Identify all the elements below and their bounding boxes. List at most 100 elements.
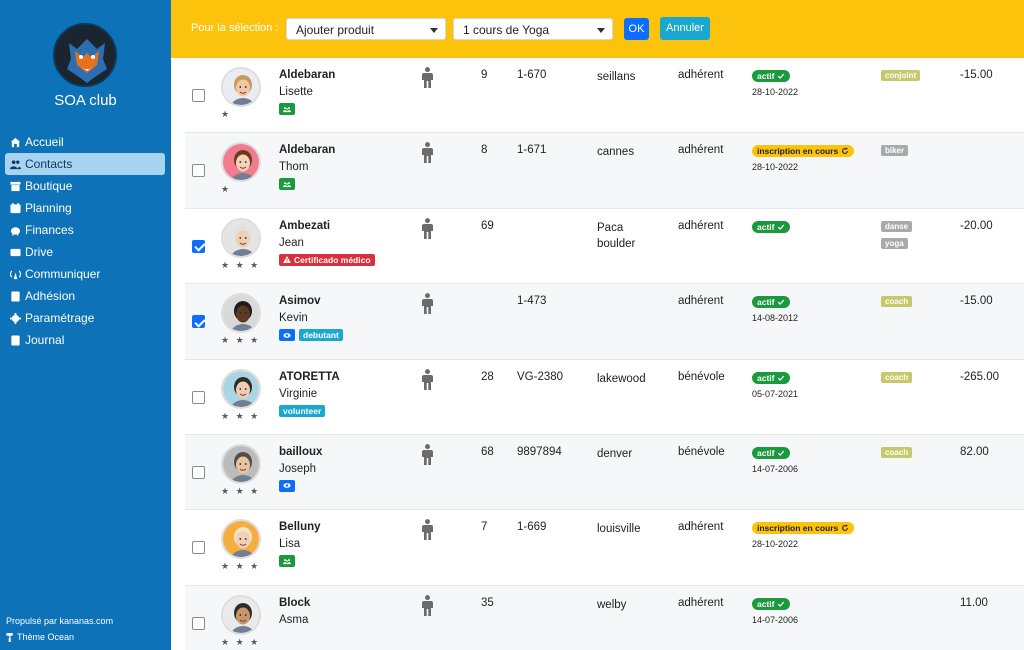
selection-label: Pour la sélection : [191, 22, 279, 34]
contact-lastname[interactable]: Block [279, 597, 310, 609]
powered-by[interactable]: Propulsé par kananas.com [6, 616, 113, 626]
sidebar-item-boutique[interactable]: Boutique [5, 175, 165, 197]
row-select-checkbox[interactable] [192, 164, 205, 178]
cancel-button[interactable]: Annuler [660, 17, 710, 40]
selection-toolbar: Pour la sélection : Ajouter produit 1 co… [171, 0, 1024, 58]
row-select-checkbox[interactable] [192, 390, 205, 404]
category-tag[interactable]: coach [881, 296, 913, 308]
row-select-checkbox[interactable] [192, 239, 205, 253]
status-date: 14-07-2006 [752, 614, 799, 625]
contact-lastname[interactable]: Asimov [279, 295, 321, 307]
contact-age: 28 [481, 370, 494, 383]
avatar[interactable] [221, 293, 261, 334]
status-badge[interactable]: actif [752, 446, 791, 459]
row-select-checkbox[interactable] [192, 465, 205, 479]
status-label: actif [757, 372, 775, 383]
avatar[interactable] [221, 217, 261, 258]
row-select-checkbox[interactable] [192, 89, 205, 102]
status-badge[interactable]: actif [752, 371, 791, 384]
category-tag[interactable]: coach [881, 371, 913, 383]
refresh-icon [842, 524, 849, 532]
status-badge[interactable]: inscription en cours [752, 145, 855, 158]
sidebar-item-label: Accueil [25, 135, 64, 149]
category-tag[interactable]: danse [881, 220, 913, 232]
avatar[interactable] [221, 142, 261, 183]
sidebar-item-journal[interactable]: Journal [5, 329, 165, 351]
sidebar-item-accueil[interactable]: Accueil [5, 131, 165, 153]
info-badge[interactable]: debutant [299, 329, 343, 342]
avatar[interactable] [221, 67, 261, 107]
family-group-icon[interactable] [279, 178, 295, 191]
check-icon [778, 601, 785, 607]
person-icon [421, 217, 434, 239]
avatar[interactable] [221, 594, 261, 635]
family-group-icon[interactable] [279, 555, 295, 568]
row-select-checkbox[interactable] [192, 315, 205, 329]
category-tag[interactable]: yoga [881, 237, 908, 249]
status-label: inscription en cours [757, 523, 839, 534]
category-tag[interactable]: coach [881, 446, 913, 458]
membership-type: adhérent [678, 596, 724, 609]
contact-lastname[interactable]: bailloux [279, 446, 322, 458]
row-select-checkbox[interactable] [192, 541, 205, 555]
warning-badge[interactable]: Certificado médico [279, 253, 375, 266]
table-row[interactable]: ★ ★ ★ Block Asma 35 welby adhérent actif 14-07-… [185, 585, 1024, 650]
table-row[interactable]: ★ ★ ★ Ambezati Jean Certificado médico 69 Pac… [185, 209, 1024, 285]
status-badge[interactable]: actif [752, 70, 791, 82]
contact-age: 8 [481, 144, 488, 157]
sidebar-item-finances[interactable]: Finances [5, 219, 165, 241]
sidebar-item-drive[interactable]: Drive [5, 241, 165, 263]
table-row[interactable]: ★ Aldebaran Lisette 9 1-670 seillans adhérent a… [185, 58, 1024, 134]
avatar[interactable] [221, 519, 261, 560]
sidebar-item-communiquer[interactable]: Communiquer [5, 263, 165, 285]
sidebar-item-planning[interactable]: Planning [5, 197, 165, 219]
contact-age: 35 [481, 596, 494, 609]
gear-icon [8, 312, 22, 324]
contact-lastname[interactable]: Belluny [279, 521, 321, 533]
person-icon [421, 368, 434, 390]
contact-lastname[interactable]: Aldebaran [279, 69, 335, 81]
table-row[interactable]: ★ ★ ★ bailloux Joseph 68 9897894 denver bénévo… [185, 434, 1024, 511]
status-date: 28-10-2022 [752, 539, 799, 550]
sidebar-item-contacts[interactable]: Contacts [5, 153, 165, 175]
contact-lastname[interactable]: Aldebaran [279, 144, 335, 156]
chevron-down-icon [597, 28, 605, 33]
contact-firstname: Joseph [279, 462, 317, 475]
category-tag[interactable]: conjoint [881, 70, 921, 81]
family-group-icon[interactable] [279, 103, 295, 115]
membership-type: adhérent [678, 521, 724, 534]
action-select[interactable]: Ajouter produit [286, 18, 446, 40]
contact-city: Paca boulder [597, 221, 636, 250]
club-logo[interactable] [53, 23, 117, 87]
chevron-down-icon [430, 28, 438, 33]
status-badge[interactable]: actif [752, 597, 791, 610]
sidebar-item-parametrage[interactable]: Paramétrage [5, 307, 165, 329]
theme-selector[interactable]: Thème Ocean [6, 632, 74, 642]
contacts-table: ★ Aldebaran Lisette 9 1-670 seillans adhérent a… [185, 58, 1024, 650]
contact-badges [279, 555, 295, 568]
status-badge[interactable]: actif [752, 296, 791, 309]
membership-type: adhérent [678, 219, 724, 232]
status-badge[interactable]: inscription en cours [752, 522, 855, 535]
product-select[interactable]: 1 cours de Yoga [453, 18, 613, 40]
sidebar-item-adhesion[interactable]: Adhésion [5, 285, 165, 307]
ok-button[interactable]: OK [624, 18, 649, 40]
status-badge[interactable]: actif [752, 220, 791, 233]
table-row[interactable]: ★ ★ ★ Belluny Lisa 7 1-669 louisville adhérent… [185, 510, 1024, 586]
sidebar-item-label: Planning [25, 201, 72, 215]
contact-lastname[interactable]: ATORETTA [279, 371, 340, 383]
avatar[interactable] [221, 443, 261, 484]
contact-city: welby [597, 598, 627, 611]
category-tag[interactable]: biker [881, 145, 909, 157]
row-select-checkbox[interactable] [192, 616, 205, 630]
theme-label: Thème Ocean [17, 632, 75, 642]
table-row[interactable]: ★ ★ ★ Asimov Kevin debutant 1-473 adhérent act… [185, 284, 1024, 360]
avatar[interactable] [221, 368, 261, 409]
eye-icon[interactable] [279, 479, 295, 492]
info-badge[interactable]: volunteer [279, 404, 326, 417]
eye-icon[interactable] [279, 329, 295, 342]
membership-type: adhérent [678, 144, 724, 157]
table-row[interactable]: ★ ★ ★ ATORETTA Virginie volunteer 28 VG-2380 l… [185, 360, 1024, 435]
contact-lastname[interactable]: Ambezati [279, 220, 330, 232]
table-row[interactable]: ★ Aldebaran Thom 8 1-671 cannes adhérent inscri… [185, 133, 1024, 209]
